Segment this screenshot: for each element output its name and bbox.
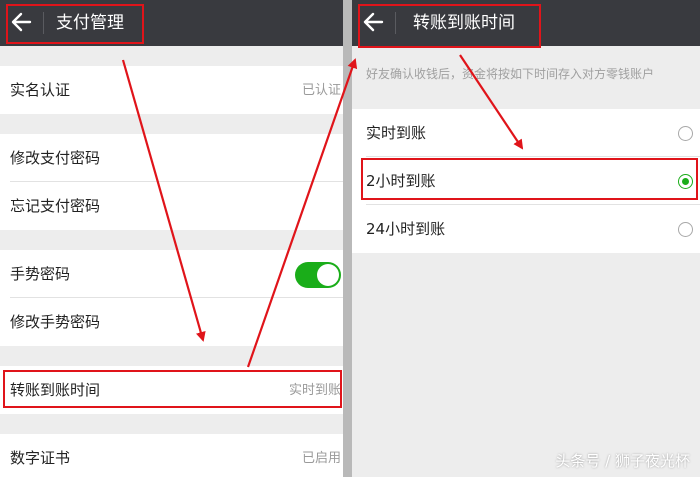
toggle-knob [317, 264, 339, 286]
option-realtime[interactable]: 实时到账 [352, 109, 700, 157]
row-change-pay-password[interactable]: 修改支付密码 [0, 134, 343, 182]
row-label: 忘记支付密码 [10, 197, 101, 215]
option-label: 24小时到账 [366, 220, 446, 238]
row-label: 实名认证 [10, 81, 71, 99]
highlight-box-transfer-row [3, 370, 342, 408]
radio-button[interactable] [678, 222, 693, 237]
highlight-box-title-right [358, 4, 541, 48]
row-value: 已认证 [301, 83, 341, 98]
highlight-box-title-left [6, 4, 144, 44]
row-forgot-pay-password[interactable]: 忘记支付密码 [0, 182, 343, 230]
option-24-hours[interactable]: 24小时到账 [352, 205, 700, 253]
option-label: 实时到账 [366, 124, 427, 142]
screen-divider [343, 0, 352, 477]
row-value: 已启用 [301, 451, 341, 466]
hint-text: 好友确认收钱后，资金将按如下时间存入对方零钱账户 [366, 67, 655, 81]
row-label: 修改手势密码 [10, 313, 101, 331]
row-label: 数字证书 [10, 449, 71, 467]
row-real-name-auth[interactable]: 实名认证 已认证 [0, 66, 343, 114]
row-digital-certificate[interactable]: 数字证书 已启用 [0, 434, 343, 477]
radio-button[interactable] [678, 126, 693, 141]
right-screen: 转账到账时间 好友确认收钱后，资金将按如下时间存入对方零钱账户 实时到账 2小时… [352, 0, 700, 477]
gesture-password-toggle[interactable] [295, 262, 341, 288]
row-change-gesture-password[interactable]: 修改手势密码 [0, 298, 343, 346]
watermark: 头条号 / 狮子夜光杯 [555, 452, 690, 470]
row-label: 修改支付密码 [10, 149, 101, 167]
row-label: 手势密码 [10, 265, 71, 283]
row-gesture-password: 手势密码 [0, 250, 343, 298]
highlight-box-2-hours [361, 158, 698, 200]
